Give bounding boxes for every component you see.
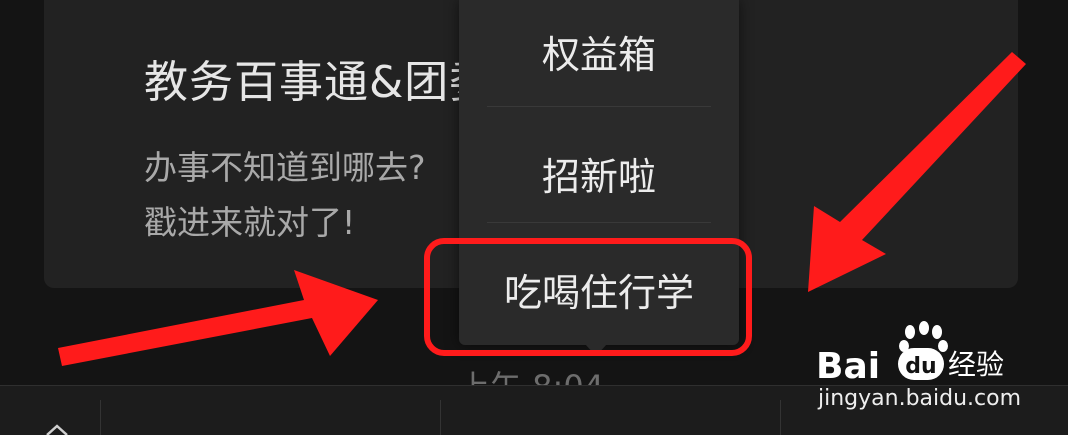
red-arrow-right-icon: [808, 52, 1026, 292]
svg-text:Bai: Bai: [816, 346, 880, 387]
screenshot-stage: 教务百事通&团委 办事不知道到哪去? 戳进来就对了! 上午 8:04 权益箱 招…: [0, 0, 1068, 435]
svg-text:du: du: [905, 354, 936, 379]
red-arrow-left-icon: [58, 270, 378, 366]
svg-text:经验: 经验: [948, 348, 1004, 381]
watermark-url: jingyan.baidu.com: [818, 386, 1022, 411]
